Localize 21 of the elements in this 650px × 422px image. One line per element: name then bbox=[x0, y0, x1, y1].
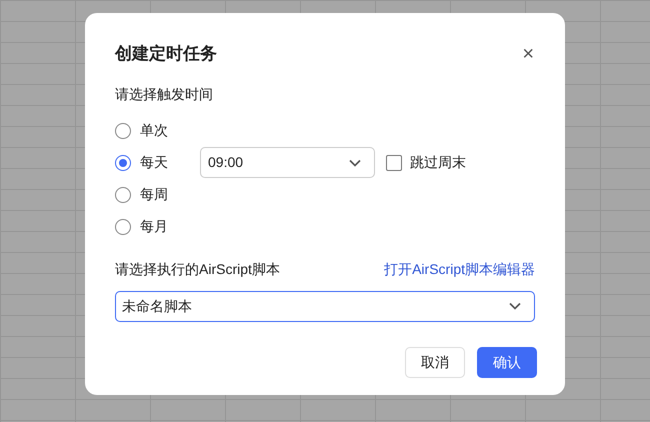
radio-button[interactable] bbox=[115, 186, 131, 202]
chevron-down-icon bbox=[349, 158, 361, 166]
radio-option[interactable]: 单次 bbox=[115, 120, 200, 141]
radio-button[interactable] bbox=[115, 154, 131, 170]
radio-option[interactable]: 每周 bbox=[115, 184, 200, 205]
checkbox[interactable] bbox=[386, 154, 402, 170]
trigger-label: 请选择触发时间 bbox=[115, 84, 214, 104]
close-button[interactable]: × bbox=[522, 44, 534, 64]
confirm-button[interactable]: 确认 bbox=[477, 346, 537, 378]
dialog-title: 创建定时任务 bbox=[115, 43, 217, 65]
script-select[interactable]: 未命名脚本 bbox=[115, 290, 535, 322]
radio-option[interactable]: 每天 bbox=[115, 152, 200, 173]
open-editor-link[interactable]: 打开AirScript脚本编辑器 bbox=[384, 258, 535, 280]
cancel-button[interactable]: 取消 bbox=[405, 346, 465, 378]
skip-weekends-checkbox[interactable]: 跳过周末 bbox=[386, 152, 466, 173]
radio-button[interactable] bbox=[115, 218, 131, 234]
chevron-down-icon bbox=[509, 302, 521, 310]
time-select[interactable]: 09:00 bbox=[200, 147, 375, 178]
script-label: 请选择执行的AirScript脚本 bbox=[115, 260, 280, 279]
radio-button[interactable] bbox=[115, 122, 131, 138]
radio-option[interactable]: 每月 bbox=[115, 216, 200, 237]
